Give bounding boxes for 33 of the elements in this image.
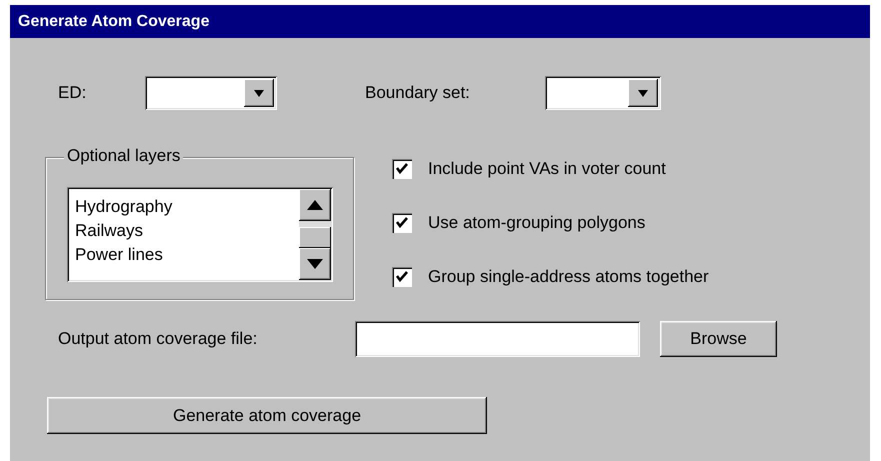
dropdown-button[interactable] [628,79,658,107]
checkbox-label: Include point VAs in voter count [428,159,666,179]
boundary-set-label: Boundary set: [365,83,471,103]
window-title: Generate Atom Coverage [18,12,210,30]
list-item[interactable]: Railways [75,219,299,243]
checkbox[interactable] [392,159,412,179]
scrollbar-thumb[interactable] [299,227,331,248]
check-icon [395,162,409,176]
ed-dropdown[interactable] [145,76,277,110]
layers-listbox[interactable]: Hydrography Railways Power lines [67,187,333,282]
caret-icon [254,90,264,96]
boundary-set-dropdown[interactable] [545,76,661,110]
output-file-field[interactable] [355,321,640,357]
caret-icon [638,90,648,96]
checkbox[interactable] [392,213,412,233]
checkbox[interactable] [392,267,412,287]
check-icon [395,216,409,230]
dropdown-button[interactable] [244,79,274,107]
down-arrow-icon [307,259,323,269]
output-file-label: Output atom coverage file: [58,329,258,349]
list-item[interactable]: Hydrography [75,195,299,219]
scrollbar-track[interactable] [299,221,331,248]
scroll-down-button[interactable] [299,248,331,280]
checkbox-label: Use atom-grouping polygons [428,213,646,233]
group-title: Optional layers [64,146,184,166]
generate-button[interactable]: Generate atom coverage [47,397,487,434]
up-arrow-icon [307,200,323,210]
list-item[interactable]: Power lines [75,243,299,267]
check-icon [395,270,409,284]
scroll-up-button[interactable] [299,189,331,221]
ed-label: ED: [58,83,88,103]
browse-button[interactable]: Browse [660,321,777,357]
checkbox-label: Group single-address atoms together [428,267,709,287]
